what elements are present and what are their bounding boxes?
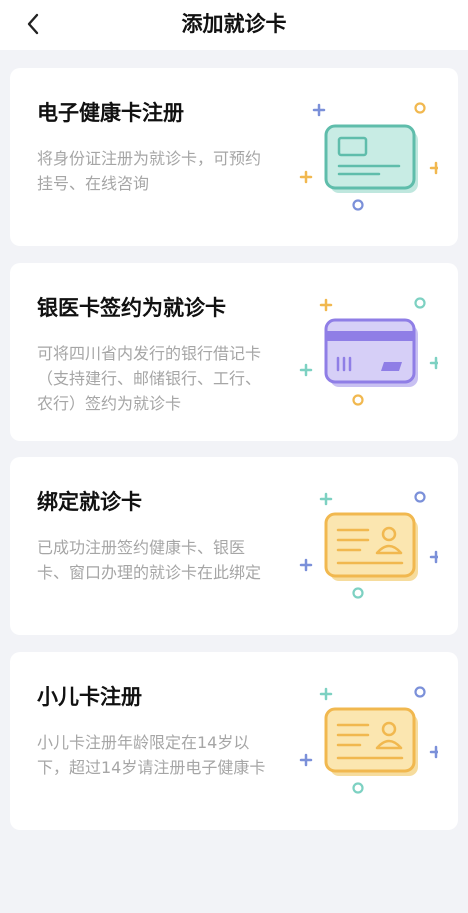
card-bind-card[interactable]: 绑定就诊卡 已成功注册签约健康卡、银医卡、窗口办理的就诊卡在此绑定 [10, 457, 458, 635]
card-child-card-register[interactable]: 小儿卡注册 小儿卡注册年龄限定在14岁以下，超过14岁请注册电子健康卡 [10, 652, 458, 830]
card-health-card-register[interactable]: 电子健康卡注册 将身份证注册为就诊卡，可预约挂号、在线咨询 [10, 68, 458, 246]
id-card-icon [299, 491, 438, 599]
card-description: 可将四川省内发行的银行借记卡（支持建行、邮储银行、工行、农行）签约为就诊卡 [37, 344, 262, 413]
card-description: 将身份证注册为就诊卡，可预约挂号、在线咨询 [37, 149, 262, 193]
health-card-icon [299, 102, 438, 211]
page-title: 添加就诊卡 [181, 12, 287, 36]
navigation-bar: 添加就诊卡 [0, 0, 468, 50]
id-card-icon [299, 686, 438, 794]
card-bank-card-sign[interactable]: 银医卡签约为就诊卡 可将四川省内发行的银行借记卡（支持建行、邮储银行、工行、农行… [10, 263, 458, 441]
card-title: 电子健康卡注册 [37, 101, 184, 125]
card-description: 小儿卡注册年龄限定在14岁以下，超过14岁请注册电子健康卡 [37, 733, 266, 777]
card-title: 银医卡签约为就诊卡 [37, 296, 226, 320]
bank-card-icon [299, 297, 438, 406]
card-description: 已成功注册签约健康卡、银医卡、窗口办理的就诊卡在此绑定 [37, 538, 262, 582]
card-title: 绑定就诊卡 [37, 490, 142, 514]
card-title: 小儿卡注册 [37, 685, 142, 709]
